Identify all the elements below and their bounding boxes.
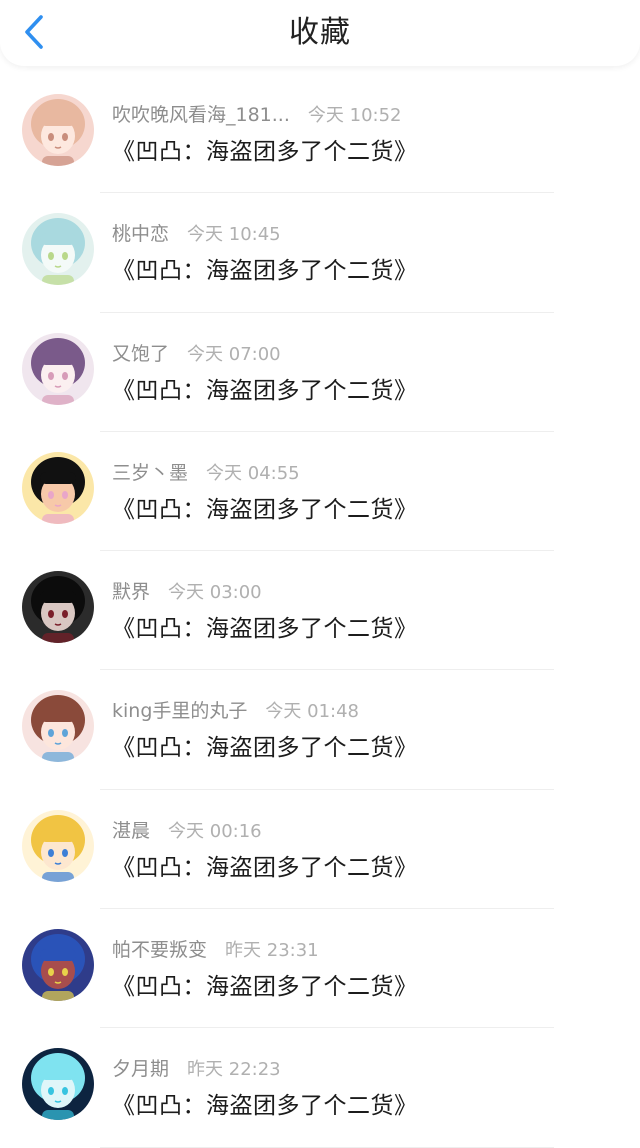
user-name[interactable]: 夕月期: [112, 1058, 169, 1080]
user-name[interactable]: 吹吹晚风看海_181...: [112, 104, 290, 126]
message-text: 《凹凸：海盗团多了个二货》: [112, 377, 418, 404]
user-name[interactable]: 湛晨: [112, 820, 150, 842]
timestamp: 今天 00:16: [168, 820, 262, 842]
favorites-list: 吹吹晚风看海_181... 今天 10:52 《凹凸：海盗团多了个二货》 桃中恋今…: [0, 74, 640, 1148]
message-text: 《凹凸：海盗团多了个二货》: [112, 1093, 418, 1120]
message-text: 《凹凸：海盗团多了个二货》: [112, 139, 418, 165]
timestamp: 昨天 23:31: [225, 940, 319, 962]
timestamp: 今天 01:48: [265, 701, 359, 723]
list-item[interactable]: 吹吹晚风看海_181... 今天 10:52 《凹凸：海盗团多了个二货》: [0, 74, 640, 194]
avatar[interactable]: [22, 690, 94, 763]
page-title: 收藏: [289, 15, 351, 50]
message-text: 《凹凸：海盗团多了个二货》: [112, 496, 418, 523]
avatar[interactable]: [22, 929, 94, 1002]
list-item[interactable]: 默界 今天 03:00 《凹凸：海盗团多了个二货》: [0, 551, 640, 671]
user-name[interactable]: 帕不要叛变: [112, 939, 207, 961]
timestamp: 今天 03:00: [168, 582, 262, 604]
message-text: 《凹凸：海盗团多了个二货》: [112, 854, 418, 881]
message-text: 《凹凸：海盗团多了个二货》: [112, 974, 418, 1001]
user-name[interactable]: 又饱了: [112, 343, 169, 365]
message-text: 《凹凸：海盗团多了个二货》: [112, 735, 418, 762]
avatar[interactable]: [22, 451, 94, 524]
timestamp: 昨天 22:23: [187, 1059, 281, 1081]
message-text: 《凹凸：海盗团多了个二货》: [112, 616, 418, 643]
list-item[interactable]: 湛晨 今天 00:16 《凹凸：海盗团多了个二货》: [0, 790, 640, 910]
list-item[interactable]: 三岁丶墨 今天 04:55 《凹凸：海盗团多了个二货》: [0, 432, 640, 552]
list-item[interactable]: 夕月期 昨天 22:23 《凹凸：海盗团多了个二货》: [0, 1028, 640, 1148]
avatar[interactable]: [22, 571, 94, 644]
avatar[interactable]: [22, 213, 94, 286]
timestamp: 今天 07:00: [187, 343, 281, 365]
avatar[interactable]: [22, 94, 94, 166]
list-item[interactable]: king手里的丸子 今天 01:48 《凹凸：海盗团多了个二货》: [0, 670, 640, 790]
user-name[interactable]: 桃中恋: [112, 223, 169, 245]
timestamp: 今天 04:55: [206, 462, 300, 484]
avatar[interactable]: [22, 1048, 94, 1121]
user-name[interactable]: 默界: [112, 581, 150, 603]
timestamp: 今天 10:45: [187, 224, 281, 246]
timestamp: 今天 10:52: [307, 105, 402, 126]
list-item[interactable]: 又饱了 今天 07:00 《凹凸：海盗团多了个二货》: [0, 313, 640, 432]
user-name[interactable]: 三岁丶墨: [112, 462, 188, 484]
avatar[interactable]: [22, 332, 94, 405]
user-name[interactable]: king手里的丸子: [112, 700, 247, 722]
message-text: 《凹凸：海盗团多了个二货》: [112, 258, 418, 285]
avatar[interactable]: [22, 809, 94, 882]
header-bar: 收藏: [0, 0, 640, 66]
list-item[interactable]: 桃中恋 今天 10:45 《凹凸：海盗团多了个二货》: [0, 193, 640, 313]
list-item[interactable]: 帕不要叛变 昨天 23:31 《凹凸：海盗团多了个二货》: [0, 909, 640, 1029]
